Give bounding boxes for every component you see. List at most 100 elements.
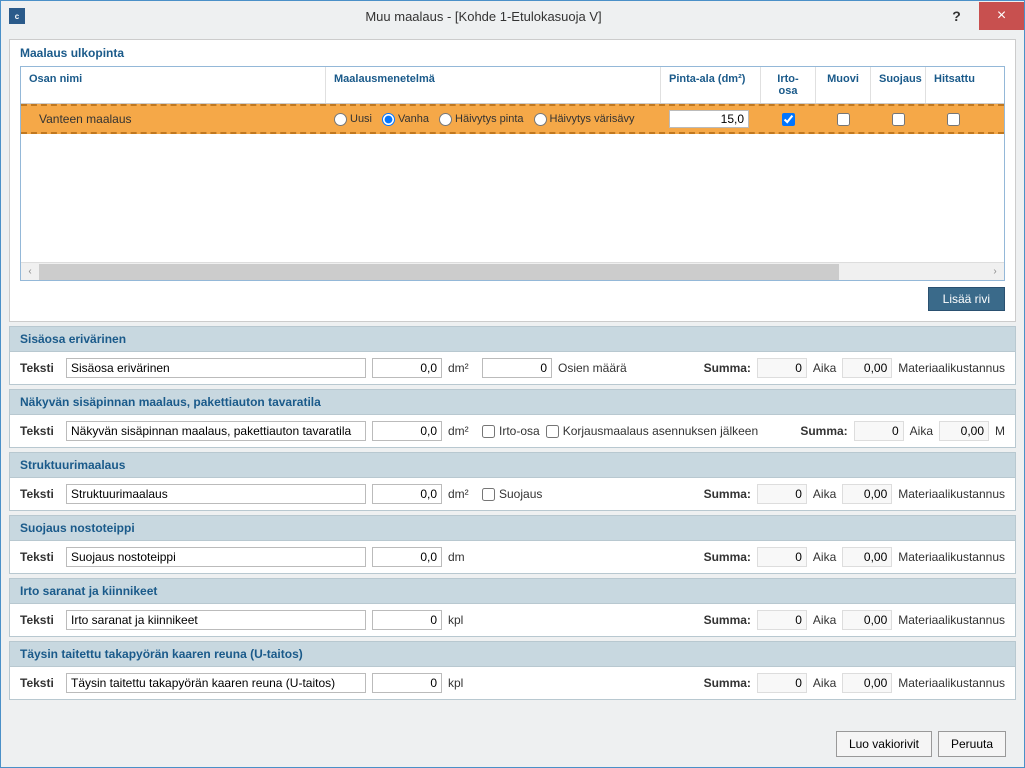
summa-label: Summa: [800, 424, 847, 438]
scroll-right-icon[interactable]: › [986, 263, 1004, 281]
value-input[interactable] [372, 358, 442, 378]
luo-vakiorivit-button[interactable]: Luo vakiorivit [836, 731, 932, 757]
scroll-left-icon[interactable]: ‹ [21, 263, 39, 281]
peruuta-button[interactable]: Peruuta [938, 731, 1006, 757]
teksti-input[interactable] [66, 610, 366, 630]
aika-value [842, 358, 892, 378]
teksti-label: Teksti [20, 676, 60, 690]
teksti-input[interactable] [66, 421, 366, 441]
radio-haivytys-pinta[interactable]: Häivytys pinta [439, 113, 523, 126]
aika-value [842, 610, 892, 630]
chk2[interactable]: Korjausmaalaus asennuksen jälkeen [546, 424, 758, 438]
aika-label: Aika [813, 676, 836, 690]
section-body: TekstidmSumma:AikaMateriaalikustannus [9, 540, 1016, 574]
teksti-input[interactable] [66, 673, 366, 693]
materiaali-label: Materiaalikustannus [898, 487, 1005, 501]
header-name[interactable]: Osan nimi [21, 67, 326, 103]
unit-label: dm [448, 550, 476, 564]
summa-label: Summa: [704, 676, 751, 690]
aika-label: Aika [813, 613, 836, 627]
header-irto[interactable]: Irto-osa [761, 67, 816, 103]
radio-haivytys-sarisavy-input[interactable] [534, 113, 547, 126]
row-name: Vanteen maalaus [21, 106, 326, 132]
titlebar: c Muu maalaus - [Kohde 1-Etulokasuoja V]… [1, 1, 1024, 31]
dialog-window: c Muu maalaus - [Kohde 1-Etulokasuoja V]… [0, 0, 1025, 768]
method-radio-group: Uusi Vanha Häivytys pinta Häivytys väris… [334, 113, 634, 126]
app-icon: c [9, 8, 25, 24]
chk-muovi[interactable] [837, 113, 850, 126]
window-title: Muu maalaus - [Kohde 1-Etulokasuoja V] [33, 9, 934, 24]
chk-hitsattu[interactable] [947, 113, 960, 126]
summa-label: Summa: [704, 487, 751, 501]
horizontal-scrollbar[interactable]: ‹ › [21, 262, 1004, 280]
materiaali-label: Materiaalikustannus [898, 676, 1005, 690]
unit-label: kpl [448, 613, 476, 627]
teksti-input[interactable] [66, 358, 366, 378]
radio-uusi-input[interactable] [334, 113, 347, 126]
aika-value [842, 673, 892, 693]
area-input[interactable] [669, 110, 749, 128]
ulkopinta-title: Maalaus ulkopinta [20, 46, 1005, 60]
aika-value [842, 484, 892, 504]
value-input[interactable] [372, 610, 442, 630]
scroll-thumb[interactable] [39, 264, 839, 280]
chk1[interactable]: Irto-osa [482, 424, 540, 438]
section-header: Sisäosa erivärinen [9, 326, 1016, 351]
aika-label: Aika [813, 487, 836, 501]
header-area[interactable]: Pinta-ala (dm²) [661, 67, 761, 103]
chk-irto[interactable] [782, 113, 795, 126]
chk-suojaus[interactable] [892, 113, 905, 126]
teksti-label: Teksti [20, 424, 60, 438]
value-input[interactable] [372, 673, 442, 693]
section-header: Suojaus nostoteippi [9, 515, 1016, 540]
content: Maalaus ulkopinta Osan nimi Maalausmenet… [1, 31, 1024, 767]
unit-label: dm² [448, 424, 476, 438]
section-body: TekstikplSumma:AikaMateriaalikustannus [9, 603, 1016, 637]
unit-label: kpl [448, 676, 476, 690]
summa-value [757, 673, 807, 693]
teksti-label: Teksti [20, 613, 60, 627]
teksti-label: Teksti [20, 550, 60, 564]
chk1[interactable]: Suojaus [482, 487, 542, 501]
header-muovi[interactable]: Muovi [816, 67, 871, 103]
radio-uusi[interactable]: Uusi [334, 113, 372, 126]
help-button[interactable]: ? [934, 2, 979, 30]
unit-label: dm² [448, 361, 476, 375]
teksti-input[interactable] [66, 484, 366, 504]
radio-haivytys-pinta-input[interactable] [439, 113, 452, 126]
summa-value [757, 358, 807, 378]
value-input[interactable] [372, 484, 442, 504]
value-input[interactable] [372, 421, 442, 441]
radio-vanha-input[interactable] [382, 113, 395, 126]
section-body: Tekstidm²SuojausSumma:AikaMateriaalikust… [9, 477, 1016, 511]
value2-label: Osien määrä [558, 361, 627, 375]
section-body: Teksti dm² Irto-osa Korjausmaalaus asennuks… [9, 414, 1016, 448]
section-header: Struktuurimaalaus [9, 452, 1016, 477]
section-body: Teksti kpl Summa: Aika Materiaalikustannus [9, 666, 1016, 700]
section-body: Tekstidm²Osien määräSumma:AikaMateriaali… [9, 351, 1016, 385]
section-header: Irto saranat ja kiinnikeet [9, 578, 1016, 603]
materiaali-label: Materiaalikustannus [898, 361, 1005, 375]
summa-label: Summa: [704, 613, 751, 627]
radio-haivytys-sarisavy[interactable]: Häivytys värisävy [534, 113, 635, 126]
grid-row[interactable]: Vanteen maalaus Uusi Vanha Häivytys pint… [21, 104, 1004, 134]
titlebar-controls: ? × [934, 2, 1024, 30]
radio-vanha[interactable]: Vanha [382, 113, 429, 126]
section-header: Näkyvän sisäpinnan maalaus, pakettiauton… [9, 389, 1016, 414]
close-button[interactable]: × [979, 2, 1024, 30]
ulkopinta-panel: Maalaus ulkopinta Osan nimi Maalausmenet… [9, 39, 1016, 322]
summa-label: Summa: [704, 550, 751, 564]
extra-label: M [995, 424, 1005, 438]
value2-input[interactable] [482, 358, 552, 378]
aika-label: Aika [910, 424, 933, 438]
header-hitsattu[interactable]: Hitsattu [926, 67, 981, 103]
add-row-button[interactable]: Lisää rivi [928, 287, 1005, 311]
teksti-input[interactable] [66, 547, 366, 567]
header-suojaus[interactable]: Suojaus [871, 67, 926, 103]
teksti-label: Teksti [20, 361, 60, 375]
teksti-label: Teksti [20, 487, 60, 501]
value-input[interactable] [372, 547, 442, 567]
header-method[interactable]: Maalausmenetelmä [326, 67, 661, 103]
aika-value [842, 547, 892, 567]
summa-value [757, 484, 807, 504]
